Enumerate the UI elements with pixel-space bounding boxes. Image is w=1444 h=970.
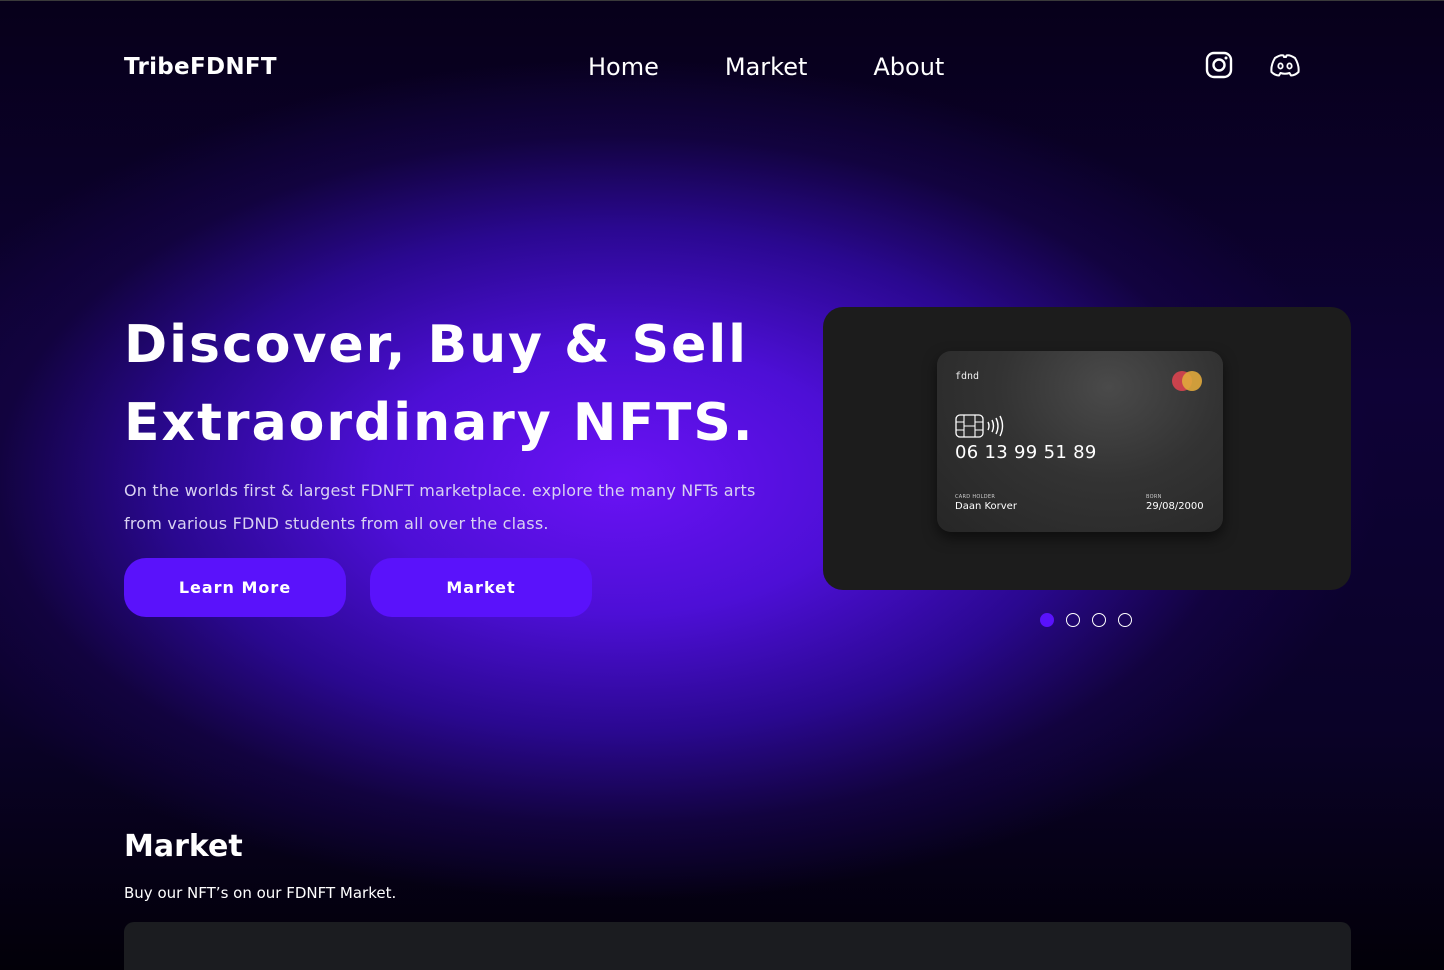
carousel-dot-1[interactable] — [1040, 613, 1054, 627]
nav-market-link[interactable]: Market — [725, 53, 808, 81]
market-button[interactable]: Market — [370, 558, 592, 617]
discord-icon[interactable] — [1268, 50, 1300, 80]
main-nav: Home Market About — [588, 53, 944, 81]
market-section-title: Market — [124, 829, 243, 864]
market-section-subtitle: Buy our NFT’s on our FDNFT Market. — [124, 884, 397, 902]
learn-more-button[interactable]: Learn More — [124, 558, 346, 617]
chip-contactless-icon — [955, 414, 1004, 438]
nav-home-link[interactable]: Home — [588, 53, 659, 81]
card-born-date: 29/08/2000 — [1146, 501, 1204, 512]
hero-title-line2: Extraordinary NFTS. — [124, 393, 755, 453]
hero-subtitle: On the worlds first & largest FDNFT mark… — [124, 474, 764, 540]
carousel-dot-4[interactable] — [1118, 613, 1132, 627]
carousel-dot-3[interactable] — [1092, 613, 1106, 627]
card-born-label: BORN — [1146, 494, 1162, 500]
instagram-icon[interactable] — [1204, 50, 1234, 80]
card-number: 06 13 99 51 89 — [955, 442, 1097, 463]
carousel-slide: fdnd 06 13 99 51 89 CARD HOLDER Daan Kor… — [823, 307, 1351, 590]
top-border — [0, 0, 1444, 1]
carousel-dots — [1040, 613, 1132, 627]
hero-title-line1: Discover, Buy & Sell — [124, 315, 748, 375]
brand-logo[interactable]: TribeFDNFT — [124, 54, 277, 80]
mastercard-icon — [1172, 371, 1202, 391]
credit-card-image: fdnd 06 13 99 51 89 CARD HOLDER Daan Kor… — [937, 351, 1223, 532]
hero-subtitle-line1: On the worlds first & largest FDNFT mark… — [124, 481, 756, 500]
nav-about-link[interactable]: About — [873, 53, 944, 81]
hero-title: Discover, Buy & Sell Extraordinary NFTS. — [124, 306, 784, 462]
market-listing-panel — [124, 922, 1351, 970]
carousel-dot-2[interactable] — [1066, 613, 1080, 627]
card-issuer: fdnd — [955, 371, 980, 382]
hero-subtitle-line2: from various FDND students from all over… — [124, 514, 549, 533]
card-holder-name: Daan Korver — [955, 501, 1017, 512]
social-links — [1204, 50, 1300, 80]
card-holder-label: CARD HOLDER — [955, 494, 996, 500]
